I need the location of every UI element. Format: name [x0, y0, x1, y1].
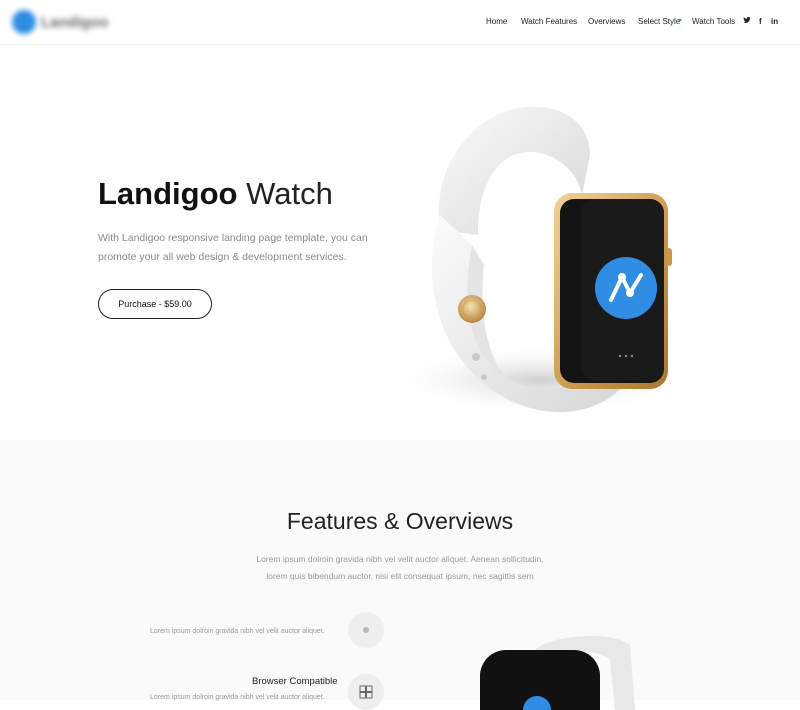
- nav-item-watch-tools[interactable]: Watch Tools: [692, 15, 735, 29]
- smartwatch-image: [385, 106, 695, 415]
- features-subtitle-line2: lorem quis bibendum auctor, nisi elit co…: [266, 571, 534, 581]
- feature-icon: [348, 612, 384, 648]
- features-subtitle-line1: Lorem ipsum dolroin gravida nibh vel vel…: [256, 554, 544, 564]
- facebook-icon[interactable]: f: [759, 15, 762, 29]
- hero-title-bold: Landigoo: [98, 176, 238, 211]
- hero-description: With Landigoo responsive landing page te…: [98, 232, 368, 263]
- nav-item-watch-features[interactable]: Watch Features: [521, 15, 577, 29]
- feature-description: Lorem ipsum dolroin gravida nibh vel vel…: [150, 628, 325, 635]
- site-header: Landigoo Home Watch Features Overviews S…: [0, 0, 800, 45]
- features-title: Features & Overviews: [286, 508, 514, 534]
- smartwatch-image: [480, 635, 635, 710]
- hero-title: Landigoo Watch: [98, 176, 333, 212]
- features-subtitle: Lorem ipsum dolroin gravida nibh vel vel…: [0, 551, 800, 585]
- purchase-button[interactable]: Purchase - $59.00: [98, 289, 212, 319]
- logo[interactable]: Landigoo: [12, 10, 109, 34]
- logo-text: Landigoo: [41, 13, 109, 31]
- twitter-icon[interactable]: [743, 15, 751, 29]
- hero-section: Landigoo Watch With Landigoo responsive …: [0, 45, 800, 440]
- linkedin-icon[interactable]: in: [771, 15, 778, 29]
- logo-mark-icon: [12, 10, 36, 34]
- hero-title-light: Watch: [246, 176, 333, 211]
- nav-item-select-style[interactable]: Select Style: [638, 15, 680, 29]
- nav-item-overviews[interactable]: Overviews: [588, 15, 625, 29]
- windows-icon: [348, 674, 384, 710]
- nav-item-home[interactable]: Home: [486, 15, 507, 29]
- chevron-down-icon: [678, 19, 682, 22]
- feature-title-browser-compatible: Browser Compatible: [252, 676, 338, 687]
